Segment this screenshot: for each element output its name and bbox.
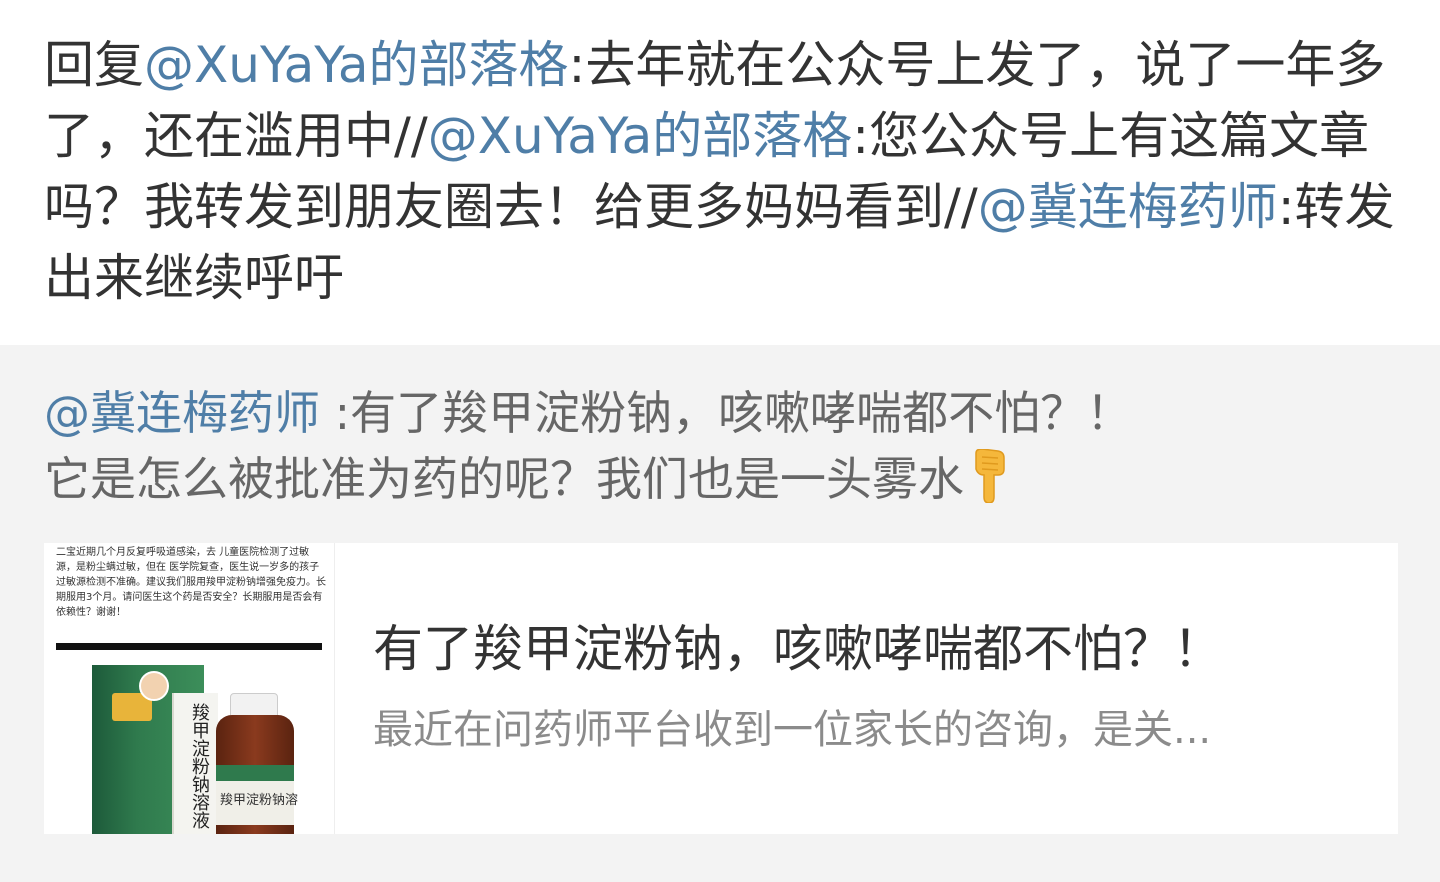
article-summary: 最近在问药师平台收到一位家长的咨询，是关... bbox=[373, 707, 1212, 753]
retweet-text: @冀连梅药师 :有了羧甲淀粉钠，咳嗽哮喘都不怕？！ 它是怎么被批准为药的呢？我们也… bbox=[44, 380, 1414, 512]
bottle-label-text: 羧甲淀粉钠溶 bbox=[220, 793, 299, 808]
post: 回复@XuYaYa的部落格:去年就在公众号上发了，说了一年多了，还在滥用中//@… bbox=[0, 0, 1440, 345]
mention-jilianmei[interactable]: @冀连梅药师 bbox=[978, 178, 1278, 236]
thumbnail-note: 二宝近期几个月反复呼吸道感染，去 儿童医院检测了过敏源，是粉尘螨过敏，但在 医学… bbox=[56, 547, 326, 618]
thumbnail-divider bbox=[56, 643, 322, 650]
article-card[interactable]: 二宝近期几个月反复呼吸道感染，去 儿童医院检测了过敏源，是粉尘螨过敏，但在 医学… bbox=[44, 543, 1398, 834]
reply-prefix: 回复 bbox=[44, 36, 144, 94]
mention-xuyaya[interactable]: @XuYaYa的部落格 bbox=[144, 36, 569, 94]
mention-xuyaya-2[interactable]: @XuYaYa的部落格 bbox=[428, 107, 853, 165]
retweet-author-mention[interactable]: @冀连梅药师 bbox=[44, 386, 320, 440]
bottle-label: 羧甲淀粉钠溶 bbox=[216, 765, 298, 825]
bottle-label-band bbox=[216, 765, 294, 781]
pointing-down-hand-icon bbox=[968, 448, 1010, 504]
box-text: 羧甲淀粉钠溶液 bbox=[189, 703, 210, 829]
post-text: 回复@XuYaYa的部落格:去年就在公众号上发了，说了一年多了，还在滥用中//@… bbox=[44, 30, 1414, 314]
article-title[interactable]: 有了羧甲淀粉钠，咳嗽哮喘都不怕？！ bbox=[373, 617, 1373, 681]
article-thumbnail: 二宝近期几个月反复呼吸道感染，去 儿童医院检测了过敏源，是粉尘螨过敏，但在 医学… bbox=[44, 543, 335, 834]
medicine-box-front: 羧甲淀粉钠溶液 bbox=[172, 693, 218, 834]
baby-face-logo bbox=[139, 671, 169, 701]
